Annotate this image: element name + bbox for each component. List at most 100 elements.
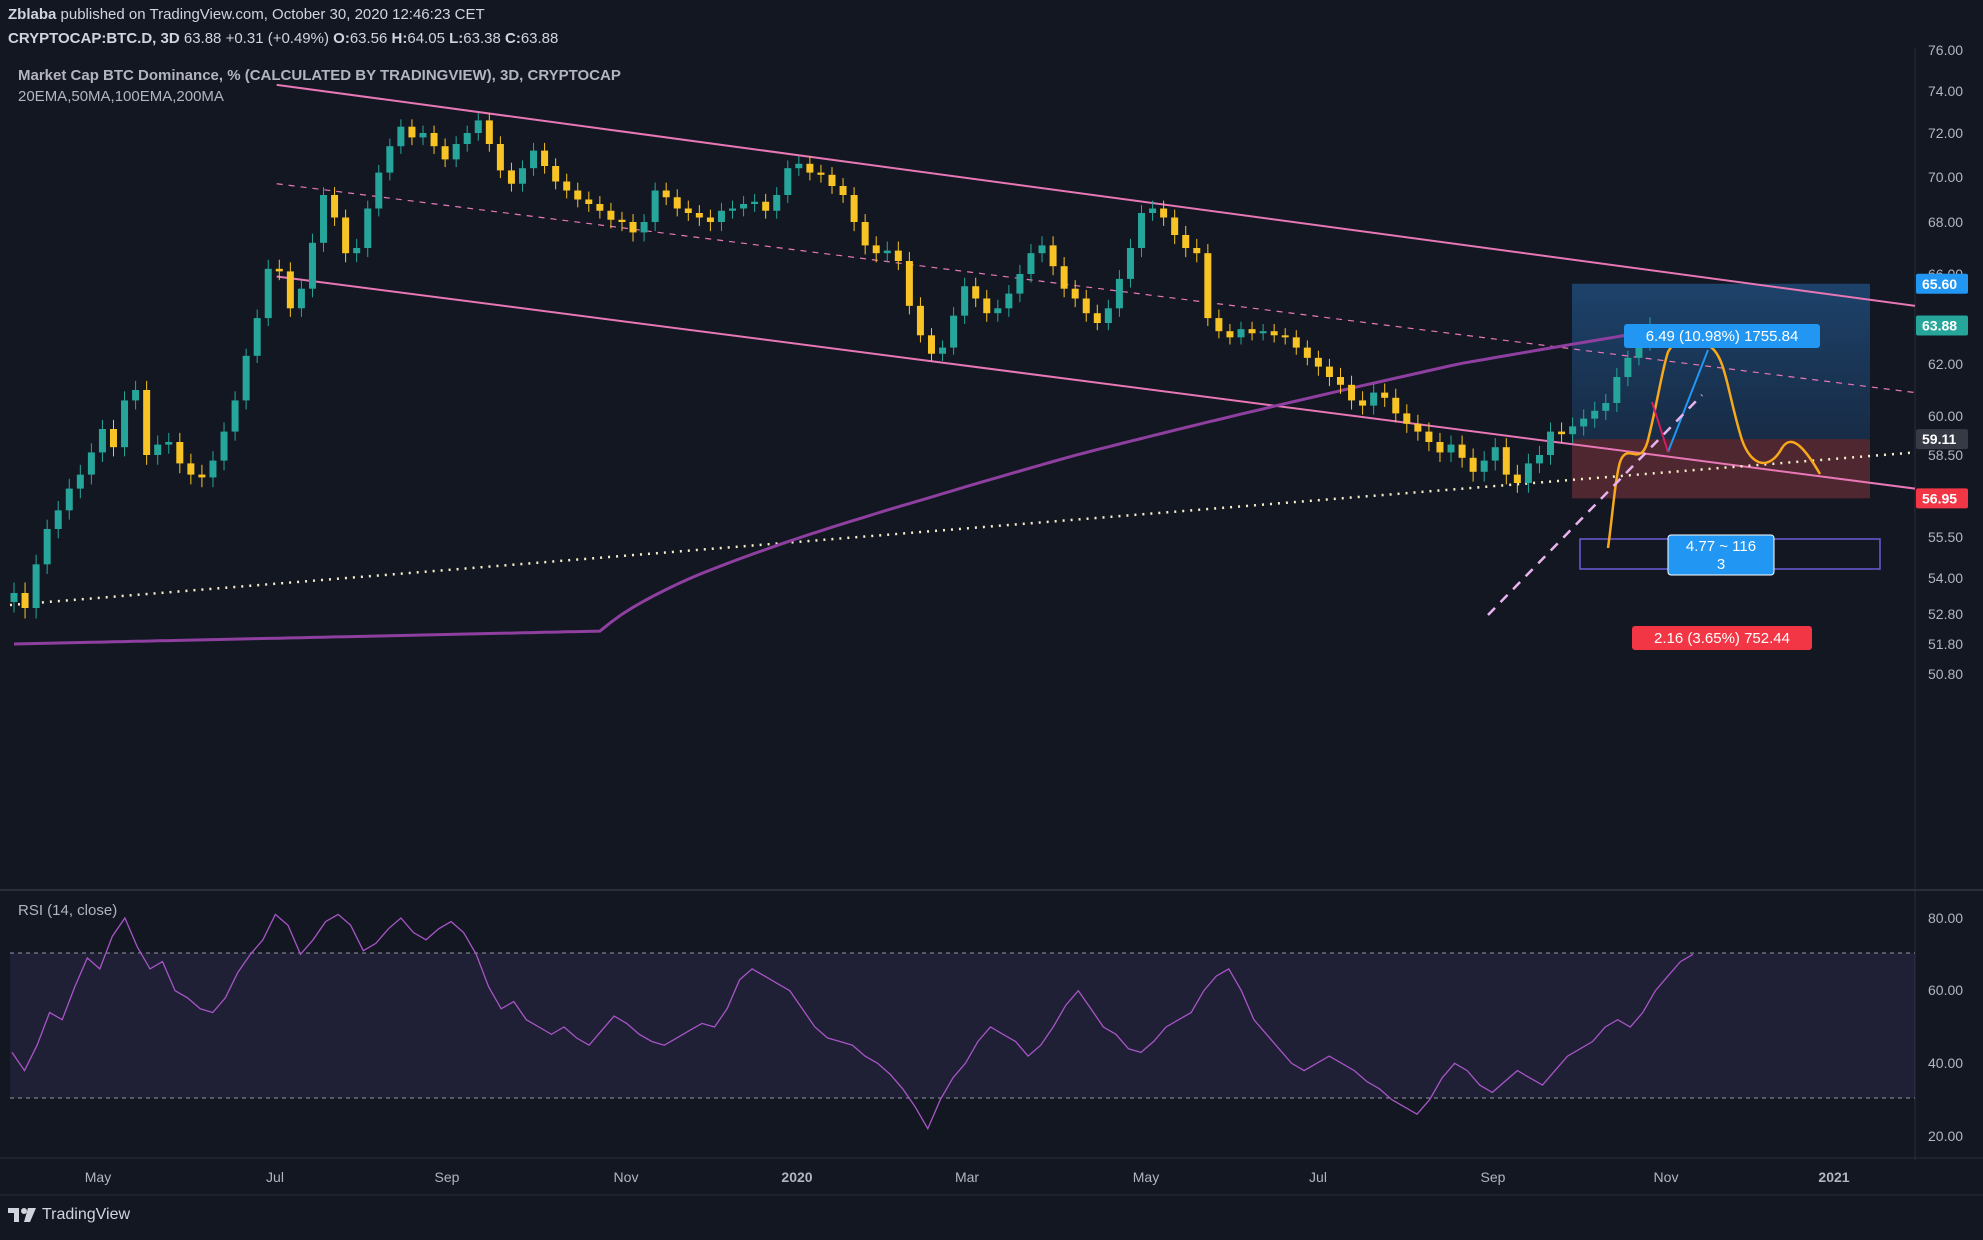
x-tick-label: May — [85, 1169, 111, 1185]
open-label: O: — [333, 30, 350, 47]
x-tick-label: Mar — [955, 1169, 979, 1185]
candle-body — [773, 195, 781, 211]
box-label-line2: 3 — [1717, 556, 1725, 573]
candle-body — [541, 150, 549, 166]
candle-body — [220, 431, 228, 461]
candle-body — [386, 146, 394, 173]
published-text: published on TradingView.com, October 30… — [56, 6, 485, 23]
candle-body — [21, 593, 29, 608]
candle-body — [1270, 331, 1278, 336]
candle-body — [463, 133, 471, 144]
candle-body — [662, 190, 670, 198]
candle-body — [1071, 288, 1079, 299]
series-legend[interactable]: Market Cap BTC Dominance, % (CALCULATED … — [18, 67, 621, 84]
candle-body — [717, 210, 725, 222]
candle-body — [1469, 457, 1477, 472]
y-tick-label: 51.80 — [1928, 636, 1963, 652]
candle-body — [1381, 392, 1389, 398]
candle-body — [54, 510, 62, 529]
high-label: H: — [391, 30, 408, 47]
candle-body — [187, 463, 195, 475]
candle-body — [308, 242, 316, 289]
candle-body — [1237, 329, 1245, 338]
candle-body — [839, 186, 847, 195]
candle-body — [408, 126, 416, 138]
y-tick-label: 60.00 — [1928, 408, 1963, 424]
candle-body — [640, 222, 648, 233]
candle-body — [1591, 410, 1599, 419]
price-chart[interactable]: 76.0074.0072.0070.0068.0066.0064.0062.00… — [0, 0, 1983, 1240]
price-axis[interactable]: 76.0074.0072.0070.0068.0066.0064.0062.00… — [1916, 42, 1968, 1144]
candle-body — [1160, 208, 1168, 218]
candle-body — [916, 305, 924, 336]
candle-body — [861, 222, 869, 246]
candle-body — [1049, 245, 1057, 267]
rsi-legend[interactable]: RSI (14, close) — [18, 902, 117, 919]
candle-body — [607, 210, 615, 220]
candle-body — [518, 168, 526, 184]
tradingview-logo-icon — [8, 1208, 36, 1222]
candle-body — [1502, 447, 1510, 475]
candle-body — [1425, 431, 1433, 442]
support-line — [9, 451, 1916, 607]
candle-body — [176, 442, 184, 464]
candle-body — [983, 298, 991, 314]
candle-body — [87, 452, 95, 475]
candle-body — [563, 181, 571, 191]
candle-body — [286, 271, 294, 309]
candle-body — [1281, 335, 1289, 338]
candle-body — [198, 474, 206, 478]
candle-body — [1115, 278, 1123, 309]
candle-body — [1336, 377, 1344, 385]
candle-body — [1038, 245, 1046, 254]
candle-body — [751, 201, 759, 204]
candle-body — [1215, 318, 1223, 332]
candle-body — [950, 315, 958, 348]
y-tick-label: 58.50 — [1928, 447, 1963, 463]
indicator-legend[interactable]: 20EMA,50MA,100EMA,200MA — [18, 88, 224, 105]
x-tick-label: 2021 — [1818, 1169, 1849, 1185]
low-label: L: — [449, 30, 464, 47]
candle-body — [209, 460, 217, 478]
candle-body — [397, 126, 405, 147]
author[interactable]: Zblaba — [8, 6, 56, 23]
candle-body — [1226, 331, 1234, 338]
candle-body — [618, 219, 626, 222]
y-tick-label: 68.00 — [1928, 214, 1963, 230]
candle-body — [994, 308, 1002, 314]
x-tick-label: Nov — [1654, 1169, 1679, 1185]
candle-body — [1093, 313, 1101, 323]
channel-upper-line — [276, 83, 1916, 307]
candle-body — [1005, 293, 1013, 309]
change: +0.31 (+0.49%) — [225, 30, 329, 47]
x-tick-label: Jul — [1309, 1169, 1327, 1185]
candle-body — [651, 190, 659, 222]
time-axis[interactable]: May Jul Sep Nov 2020 Mar May Jul Sep Nov 2021 — [85, 1169, 1850, 1185]
candle-body — [275, 268, 283, 272]
candle-body — [65, 488, 73, 511]
candle-body — [1303, 347, 1311, 358]
symbol[interactable]: CRYPTOCAP:BTC.D, 3D — [8, 30, 180, 47]
candle-body — [264, 268, 272, 319]
candle-body — [419, 133, 427, 138]
y-tick-label: 70.00 — [1928, 169, 1963, 185]
candle-body — [364, 208, 372, 248]
candle-body — [507, 170, 515, 184]
candle-body — [10, 593, 18, 602]
box-label-line1: 4.77 ~ 116 — [1686, 538, 1756, 555]
candle-body — [629, 222, 637, 233]
candle-body — [1182, 235, 1190, 248]
ma200-line — [13, 329, 1651, 646]
candle-body — [485, 120, 493, 144]
candle-body — [109, 429, 117, 448]
candle-body — [530, 150, 538, 169]
brand[interactable]: TradingView — [8, 1206, 130, 1224]
candle-body — [1325, 366, 1333, 377]
candle-body — [1569, 426, 1577, 435]
candle-body — [1104, 308, 1112, 323]
candle-body — [1348, 384, 1356, 401]
candle-body — [474, 120, 482, 133]
candle-body — [784, 168, 792, 195]
candle-body — [1138, 213, 1146, 248]
candle-body — [585, 199, 593, 204]
